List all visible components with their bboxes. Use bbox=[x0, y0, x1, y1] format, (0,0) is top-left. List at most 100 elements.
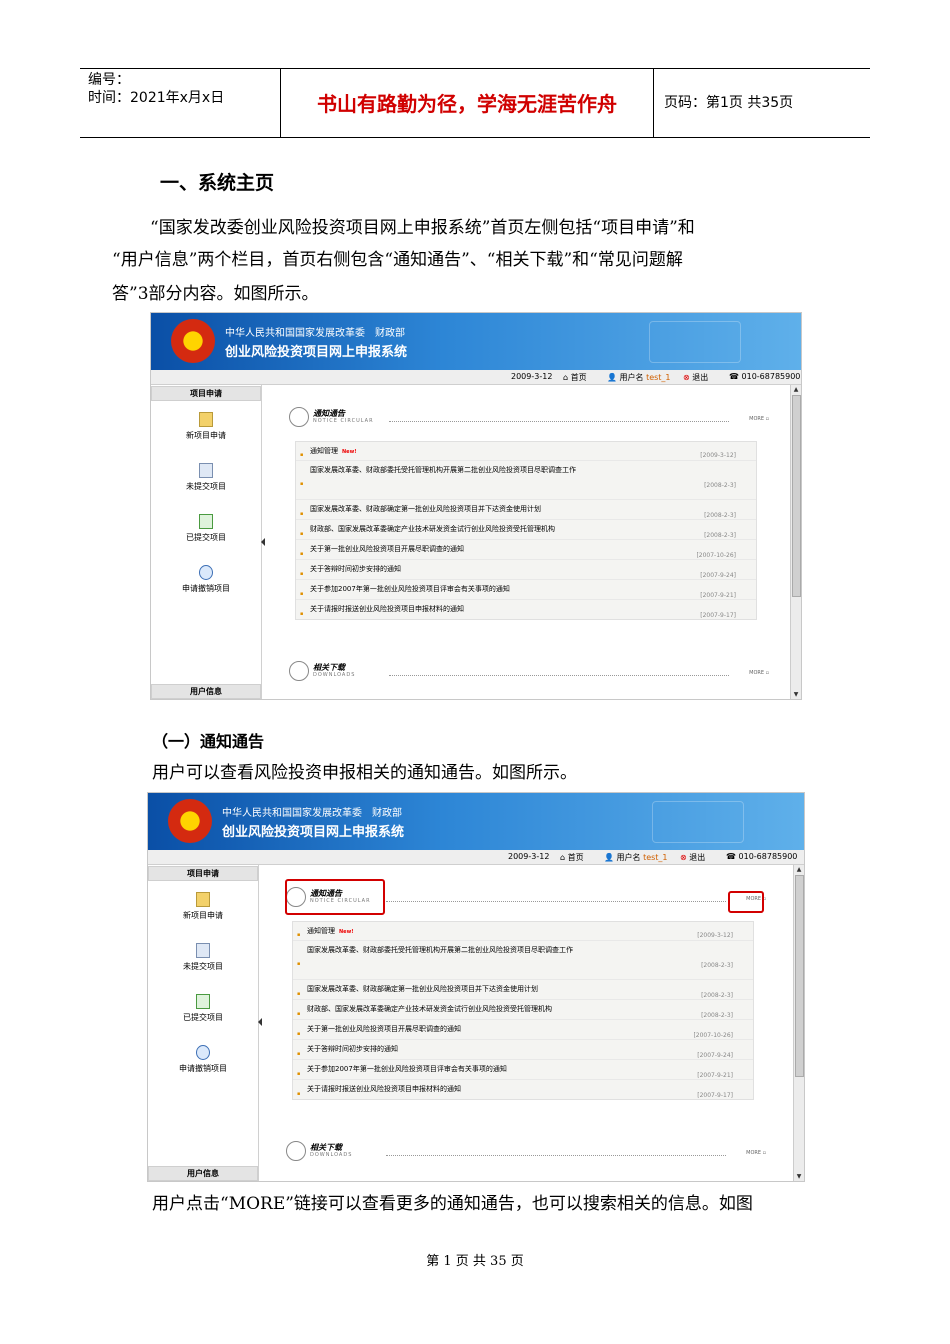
sidebar-section-user: 用户信息 bbox=[151, 684, 261, 699]
notice-more-link[interactable]: MORE ▫ bbox=[749, 416, 769, 422]
logout-icon: ⊗ bbox=[680, 853, 687, 862]
vertical-scrollbar[interactable]: ▲ ▼ bbox=[790, 385, 801, 699]
sidebar-item-label: 申请撤销项目 bbox=[179, 1064, 227, 1073]
scroll-thumb[interactable] bbox=[795, 875, 804, 1077]
toolbar-date: 2009-3-12 bbox=[511, 372, 553, 381]
scroll-up-icon[interactable]: ▲ bbox=[791, 385, 801, 394]
user-label: 用户名 bbox=[616, 853, 641, 862]
system-homepage-screenshot: 中华人民共和国国家发展改革委 财政部 创业风险投资项目网上申报系统 2009-3… bbox=[150, 312, 802, 700]
sidebar-item-submitted[interactable]: 已提交项目 bbox=[151, 514, 261, 543]
check-document-icon bbox=[196, 994, 210, 1009]
sidebar-item-withdraw[interactable]: 申请撤销项目 bbox=[148, 1045, 258, 1074]
sidebar-item-label: 已提交项目 bbox=[183, 1013, 223, 1022]
sidebar-item-label: 未提交项目 bbox=[186, 482, 226, 491]
new-document-icon bbox=[199, 412, 213, 427]
sidebar-section-project: 项目申请 bbox=[148, 866, 258, 881]
list-item[interactable]: 关于参加2007年第一批创业风险投资项目评审会有关事项的通知[2007-9-21… bbox=[296, 580, 756, 604]
notice-date: [2008-2-3] bbox=[704, 482, 736, 489]
list-item[interactable]: 关于答辩时间初步安排的通知[2007-9-24] bbox=[296, 560, 756, 584]
sidebar-item-label: 已提交项目 bbox=[186, 533, 226, 542]
divider bbox=[389, 675, 729, 676]
list-item[interactable]: 关于第一批创业风险投资项目开展尽职调查的通知[2007-10-26] bbox=[293, 1020, 753, 1044]
list-item[interactable]: 国家发展改革委、财政部委托受托管理机构开展第二批创业风险投资项目尽职调查工作 [2… bbox=[293, 941, 753, 980]
header-meta: 编号： 时间：2021年x月x日 bbox=[80, 69, 281, 137]
more-label: MORE bbox=[746, 1150, 762, 1156]
list-item[interactable]: 通知管理New![2009-3-12] bbox=[296, 442, 756, 464]
list-item[interactable]: 关于请报时报送创业风险投资项目申报材料的通知 [2007-9-17] bbox=[296, 600, 756, 624]
logout-label: 退出 bbox=[689, 853, 706, 862]
downloads-icon bbox=[286, 1141, 306, 1161]
list-item[interactable]: 关于请报时报送创业风险投资项目申报材料的通知 [2007-9-17] bbox=[293, 1080, 753, 1104]
header-page-info: 页码：第1页 共35页 bbox=[664, 95, 794, 111]
sidebar-item-label: 申请撤销项目 bbox=[182, 584, 230, 593]
more-label: MORE bbox=[749, 670, 765, 676]
notice-list: 通知管理New![2009-3-12] 国家发展改革委、财政部委托受托管理机构开… bbox=[292, 921, 754, 1104]
list-item[interactable]: 关于答辩时间初步安排的通知[2007-9-24] bbox=[293, 1040, 753, 1064]
scroll-up-icon[interactable]: ▲ bbox=[794, 865, 804, 874]
list-item[interactable]: 财政部、国家发展改革委确定产业技术研发资金试行创业风险投资受托管理机构[2008… bbox=[296, 520, 756, 544]
list-item[interactable]: 国家发展改革委、财政部委托受托管理机构开展第二批创业风险投资项目尽职调查工作 [2… bbox=[296, 461, 756, 500]
logout-link[interactable]: ⊗ 退出 bbox=[683, 372, 708, 383]
list-item[interactable]: 关于第一批创业风险投资项目开展尽职调查的通知[2007-10-26] bbox=[296, 540, 756, 564]
system-banner: 中华人民共和国国家发展改革委 财政部 创业风险投资项目网上申报系统 bbox=[151, 313, 801, 370]
edit-document-icon bbox=[196, 943, 210, 958]
home-label: 首页 bbox=[570, 373, 587, 382]
banner-org: 中华人民共和国国家发展改革委 财政部 bbox=[222, 808, 402, 819]
sidebar-item-unsubmitted[interactable]: 未提交项目 bbox=[148, 943, 258, 972]
scroll-down-icon[interactable]: ▼ bbox=[794, 1172, 804, 1181]
phone-number: 010-68785900 bbox=[741, 372, 801, 381]
sidebar-item-withdraw[interactable]: 申请撤销项目 bbox=[151, 565, 261, 594]
sidebar-item-unsubmitted[interactable]: 未提交项目 bbox=[151, 463, 261, 492]
notice-date: [2007-9-17] bbox=[697, 1091, 733, 1099]
top-toolbar: 2009-3-12 ⌂ 首页 👤 用户名 test_1 ⊗ 退出 ☎ 010-6… bbox=[151, 370, 801, 385]
paragraph: 用户点击“MORE”链接可以查看更多的通知通告，也可以搜索相关的信息。如图 bbox=[152, 1194, 753, 1214]
notice-date: [2007-9-17] bbox=[700, 611, 736, 619]
list-item[interactable]: 通知管理New![2009-3-12] bbox=[293, 922, 753, 944]
sidebar-item-new-project[interactable]: 新项目申请 bbox=[148, 892, 258, 921]
notice-text: 国家发展改革委、财政部确定第一批创业风险投资项目并下达资金使用计划 bbox=[310, 505, 541, 513]
home-link[interactable]: ⌂ 首页 bbox=[560, 852, 584, 863]
highlight-notice-title bbox=[285, 879, 385, 915]
paragraph: 用户可以查看风险投资申报相关的通知通告。如图所示。 bbox=[152, 763, 577, 783]
notice-date: [2008-2-3] bbox=[701, 962, 733, 969]
list-item[interactable]: 关于参加2007年第一批创业风险投资项目评审会有关事项的通知[2007-9-21… bbox=[293, 1060, 753, 1084]
national-emblem-icon bbox=[171, 319, 215, 363]
vertical-scrollbar[interactable]: ▲ ▼ bbox=[793, 865, 804, 1181]
check-document-icon bbox=[199, 514, 213, 529]
banner-decoration bbox=[652, 801, 744, 843]
downloads-subtitle: DOWNLOADS bbox=[313, 672, 356, 678]
notice-text: 财政部、国家发展改革委确定产业技术研发资金试行创业风险投资受托管理机构 bbox=[307, 1005, 552, 1013]
clock-icon bbox=[199, 565, 213, 580]
phone-info: ☎ 010-68785900 bbox=[729, 372, 801, 381]
notice-text: 财政部、国家发展改革委确定产业技术研发资金试行创业风险投资受托管理机构 bbox=[310, 525, 555, 533]
divider bbox=[389, 421, 729, 422]
downloads-more-link[interactable]: MORE ▫ bbox=[746, 1150, 766, 1156]
sidebar-item-label: 未提交项目 bbox=[183, 962, 223, 971]
more-label: MORE bbox=[749, 416, 765, 422]
list-item[interactable]: 国家发展改革委、财政部确定第一批创业风险投资项目并下达资金使用计划[2008-2… bbox=[293, 980, 753, 1004]
divider bbox=[386, 901, 726, 902]
sidebar-item-new-project[interactable]: 新项目申请 bbox=[151, 412, 261, 441]
scroll-down-icon[interactable]: ▼ bbox=[791, 690, 801, 699]
scroll-thumb[interactable] bbox=[792, 395, 801, 597]
banner-title: 创业风险投资项目网上申报系统 bbox=[225, 345, 408, 360]
downloads-section-header: 相关下载 DOWNLOADS MORE ▫ bbox=[286, 1141, 766, 1161]
paragraph-line: 答”3部分内容。如图所示。 bbox=[112, 284, 319, 304]
system-banner: 中华人民共和国国家发展改革委 财政部 创业风险投资项目网上申报系统 bbox=[148, 793, 804, 850]
list-item[interactable]: 国家发展改革委、财政部确定第一批创业风险投资项目并下达资金使用计划[2008-2… bbox=[296, 500, 756, 524]
sidebar-item-submitted[interactable]: 已提交项目 bbox=[148, 994, 258, 1023]
banner-org: 中华人民共和国国家发展改革委 财政部 bbox=[225, 328, 405, 339]
phone-info: ☎ 010-68785900 bbox=[726, 852, 798, 861]
banner-decoration bbox=[649, 321, 741, 363]
notice-section-header: 通知通告 NOTICE CIRCULAR MORE ▫ bbox=[289, 407, 769, 427]
username: test_1 bbox=[643, 853, 668, 862]
notice-text: 关于答辩时间初步安排的通知 bbox=[310, 565, 401, 573]
logout-link[interactable]: ⊗ 退出 bbox=[680, 852, 705, 863]
downloads-more-link[interactable]: MORE ▫ bbox=[749, 670, 769, 676]
notice-text: 关于参加2007年第一批创业风险投资项目评审会有关事项的通知 bbox=[307, 1065, 507, 1073]
sidebar-section-user: 用户信息 bbox=[148, 1166, 258, 1181]
paragraph-line: “用户信息”两个栏目，首页右侧包含“通知通告”、“相关下载”和“常见问题解 bbox=[112, 250, 683, 270]
list-item[interactable]: 财政部、国家发展改革委确定产业技术研发资金试行创业风险投资受托管理机构[2008… bbox=[293, 1000, 753, 1024]
left-sidebar: 项目申请 新项目申请 未提交项目 已提交项目 申请撤销项目 用户信息 bbox=[148, 865, 259, 1181]
home-link[interactable]: ⌂ 首页 bbox=[563, 372, 587, 383]
